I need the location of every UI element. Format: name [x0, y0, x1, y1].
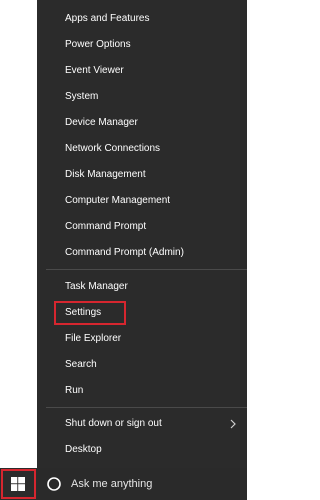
menu-item-computer-management[interactable]: Computer Management	[65, 191, 170, 211]
menu-item-event-viewer[interactable]: Event Viewer	[65, 61, 124, 81]
menu-item-settings[interactable]: Settings	[65, 303, 101, 323]
menu-item-disk-management[interactable]: Disk Management	[65, 165, 146, 185]
menu-item-file-explorer[interactable]: File Explorer	[65, 329, 121, 349]
menu-item-task-manager[interactable]: Task Manager	[65, 277, 128, 297]
menu-item-network-connections[interactable]: Network Connections	[65, 139, 160, 159]
search-placeholder: Ask me anything	[71, 478, 153, 490]
windows-logo-icon	[11, 477, 25, 491]
search-box[interactable]: Ask me anything	[37, 468, 247, 500]
cortana-circle-icon	[47, 477, 61, 491]
menu-item-power-options[interactable]: Power Options	[65, 35, 131, 55]
menu-separator	[46, 407, 247, 408]
menu-item-run[interactable]: Run	[65, 381, 83, 401]
menu-item-command-prompt-admin[interactable]: Command Prompt (Admin)	[65, 243, 184, 263]
power-user-menu: Apps and Features Power Options Event Vi…	[37, 0, 247, 468]
menu-separator	[46, 269, 247, 270]
menu-item-system[interactable]: System	[65, 87, 98, 107]
menu-item-apps-and-features[interactable]: Apps and Features	[65, 9, 150, 29]
menu-item-command-prompt[interactable]: Command Prompt	[65, 217, 146, 237]
start-button[interactable]	[0, 468, 37, 500]
taskbar: Ask me anything	[0, 468, 247, 500]
chevron-right-icon	[229, 414, 237, 434]
menu-item-device-manager[interactable]: Device Manager	[65, 113, 138, 133]
menu-item-search[interactable]: Search	[65, 355, 97, 375]
menu-item-desktop[interactable]: Desktop	[65, 440, 102, 460]
menu-item-shut-down-or-sign-out[interactable]: Shut down or sign out	[65, 414, 162, 434]
